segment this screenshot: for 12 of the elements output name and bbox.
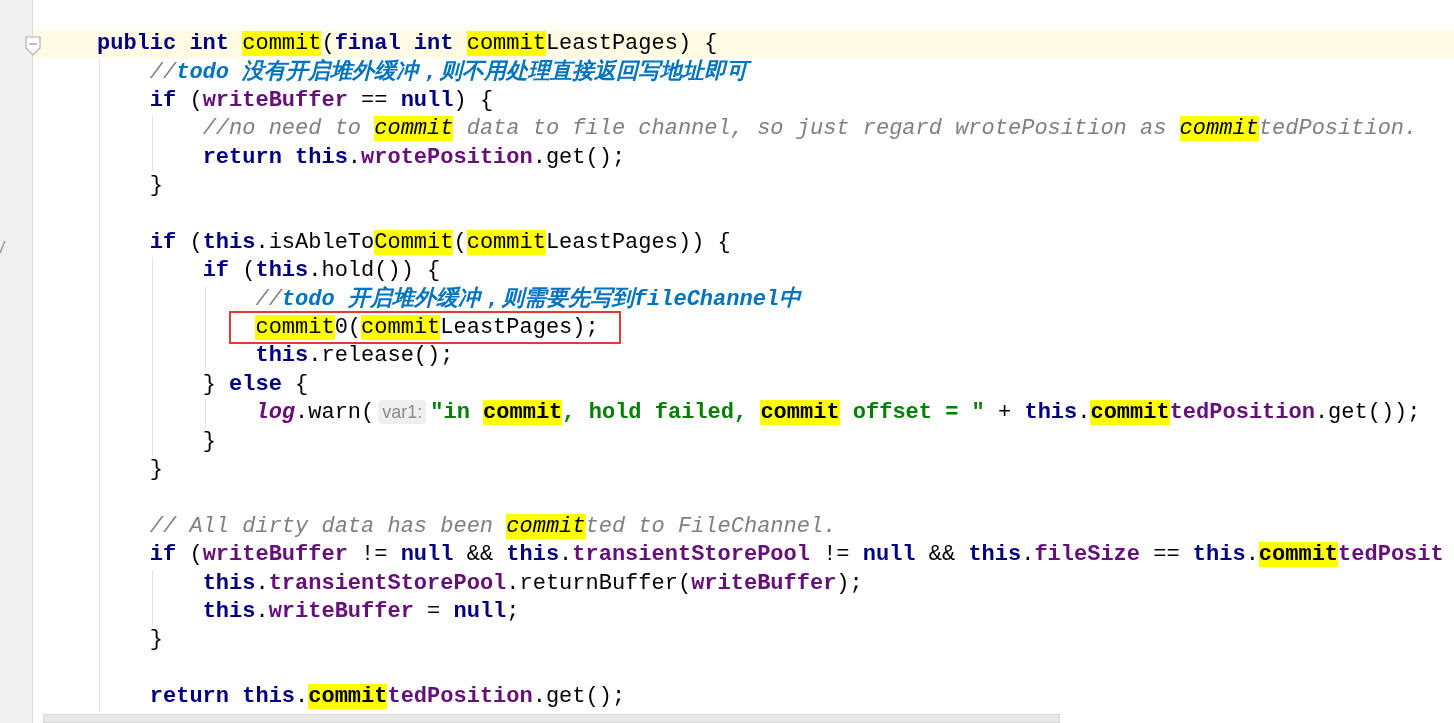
code-line: if (writeBuffer == null) { [148,86,494,115]
code-line: return this.wrotePosition.get(); [201,143,626,172]
code-line: } else { [201,370,309,399]
code-line: if (this.hold()) { [201,257,441,286]
code-line: //todo 开启堆外缓冲，则需要先写到fileChannel中 [254,285,802,314]
code-line: this.transientStorePool.returnBuffer(writeBuffer); [201,569,863,598]
code-line: } [148,172,163,201]
code-line: this.release(); [254,342,454,371]
code-line: this.writeBuffer = null; [201,598,520,626]
code-line: } [201,427,216,456]
code-line: } [148,456,163,485]
code-line: } [148,626,163,655]
